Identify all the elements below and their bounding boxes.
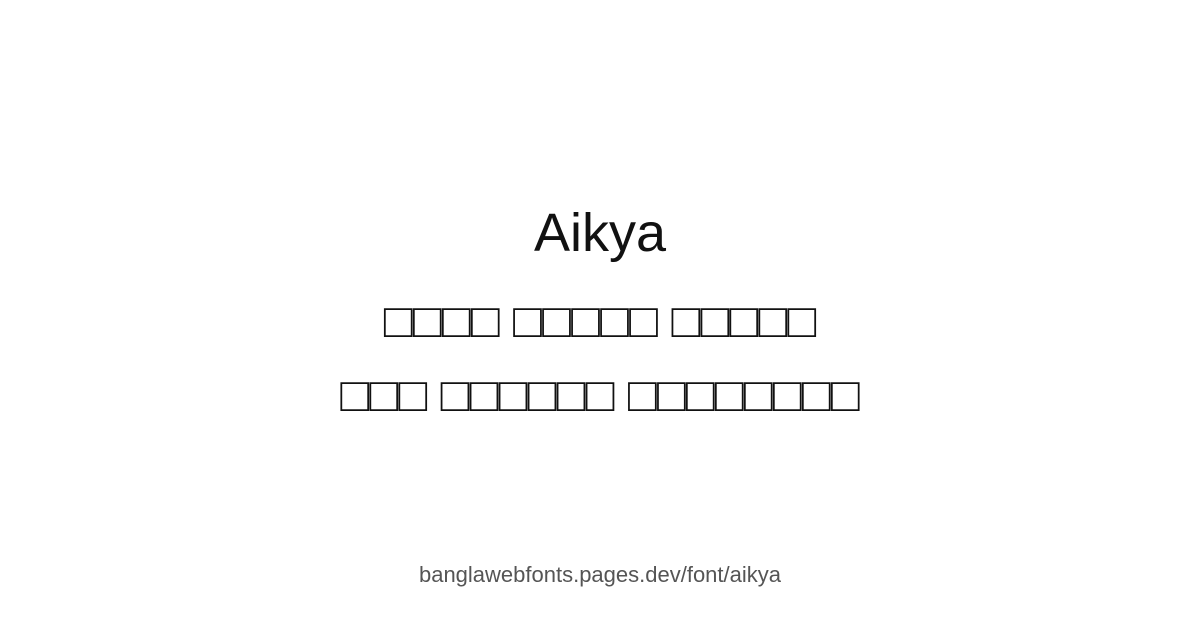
font-title: Aikya [533, 203, 667, 263]
sample-text-line-2: □□□ □□□□□□ □□□□□□□□ [340, 369, 860, 422]
font-preview-card: Aikya □□□□ □□□□□ □□□□□ □□□ □□□□□□ □□□□□□… [0, 0, 1200, 630]
font-url: banglawebfonts.pages.dev/font/aikya [418, 562, 782, 587]
sample-text-line-1: □□□□ □□□□□ □□□□□ [383, 295, 817, 348]
